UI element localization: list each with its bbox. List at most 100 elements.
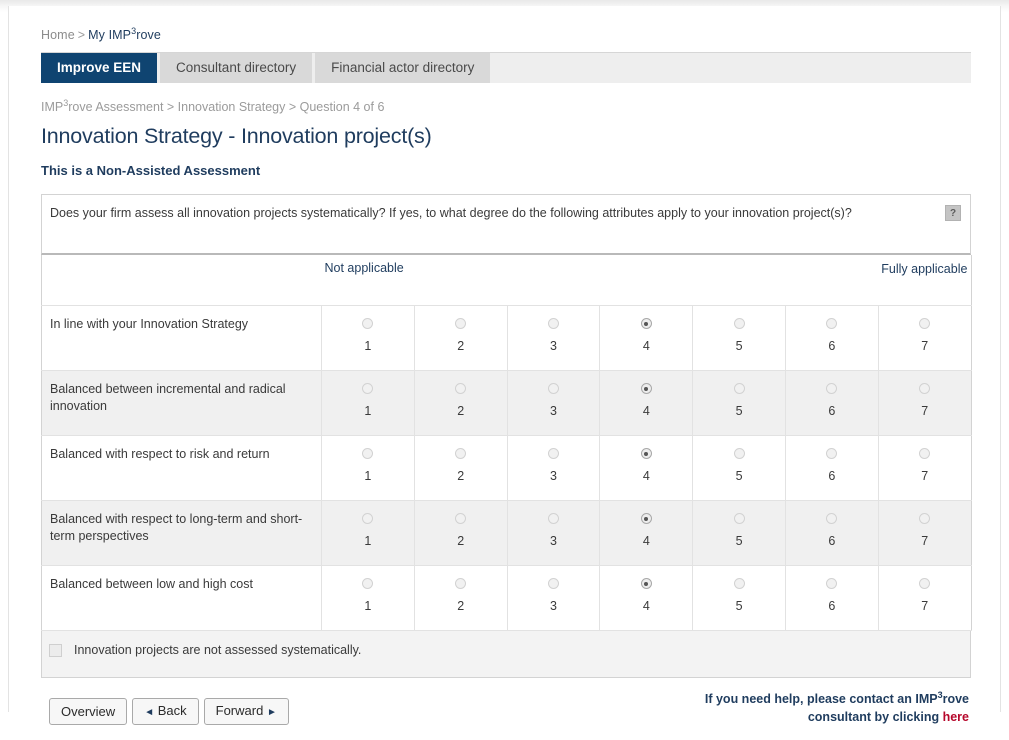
radio-option-2[interactable] [455,513,467,525]
radio-option-7[interactable] [919,448,931,460]
matrix-option-cell[interactable]: 7 [877,435,972,501]
matrix-option-cell[interactable]: 3 [506,370,600,436]
breadcrumb-top: Home > My IMP3rove [41,26,971,52]
radio-option-7[interactable] [919,318,931,330]
optout-row[interactable]: Innovation projects are not assessed sys… [49,643,361,657]
radio-option-7[interactable] [919,513,931,525]
radio-option-number: 4 [642,469,650,483]
radio-option-4[interactable] [640,448,652,460]
radio-option-5[interactable] [733,318,745,330]
matrix-option-cell[interactable]: 2 [413,435,508,501]
radio-option-4[interactable] [640,318,652,330]
radio-option-3[interactable] [547,448,559,460]
matrix-option-cell[interactable]: 5 [692,435,786,501]
tab-improve-een[interactable]: Improve EEN [41,52,158,83]
radio-wrapper [879,436,971,461]
matrix-option-cell[interactable]: 6 [784,370,879,436]
radio-option-3[interactable] [547,383,559,395]
matrix-option-cell[interactable]: 4 [599,435,693,501]
radio-option-4[interactable] [640,383,652,395]
radio-option-1[interactable] [362,513,374,525]
radio-option-2[interactable] [455,578,467,590]
radio-option-6[interactable] [826,513,838,525]
matrix-option-cell[interactable]: 3 [506,565,600,631]
radio-option-7[interactable] [919,383,931,395]
radio-option-3[interactable] [547,513,559,525]
radio-option-1[interactable] [362,318,374,330]
radio-option-5[interactable] [733,578,745,590]
radio-option-4[interactable] [640,513,652,525]
radio-wrapper [508,371,600,396]
page-title: Innovation Strategy - Innovation project… [41,124,432,148]
radio-option-number: 3 [550,339,557,353]
radio-option-number: 7 [921,599,929,613]
radio-option-6[interactable] [826,383,838,395]
matrix-option-cell[interactable]: 4 [599,565,693,631]
tab-consultant-directory[interactable]: Consultant directory [160,52,313,83]
radio-option-number: 6 [828,469,836,483]
matrix-option-cell[interactable]: 6 [784,500,879,566]
help-note: If you need help, please contact an IMP3… [449,690,969,726]
radio-option-6[interactable] [826,318,838,330]
matrix-option-cell[interactable]: 2 [413,370,508,436]
radio-option-2[interactable] [455,383,467,395]
matrix-option-cell[interactable]: 4 [599,500,693,566]
matrix-option-cell[interactable]: 3 [506,500,600,566]
matrix-option-cell[interactable]: 7 [877,370,972,436]
matrix-option-cell[interactable]: 1 [321,435,415,501]
radio-option-number: 2 [457,469,465,483]
radio-wrapper [600,436,692,461]
radio-option-3[interactable] [547,318,559,330]
matrix-option-cell[interactable]: 2 [413,565,508,631]
radio-option-1[interactable] [362,448,374,460]
matrix-option-cell[interactable]: 1 [321,305,415,371]
matrix-option-cell[interactable]: 1 [321,370,415,436]
matrix-option-cell[interactable]: 7 [877,305,972,371]
radio-option-7[interactable] [919,578,931,590]
radio-option-5[interactable] [733,383,745,395]
matrix-option-cell[interactable]: 5 [692,565,786,631]
radio-wrapper [600,501,692,526]
arrow-right-icon: ► [266,707,277,718]
matrix-option-cell[interactable]: 2 [413,305,508,371]
matrix-row: Balanced between low and high cost 1 2 3 4 5 6… [41,565,972,631]
matrix-option-cell[interactable]: 7 [877,500,972,566]
matrix-option-cell[interactable]: 6 [784,565,879,631]
radio-option-1[interactable] [362,383,374,395]
matrix-option-cell[interactable]: 4 [599,370,693,436]
radio-option-2[interactable] [455,318,467,330]
matrix-option-cell[interactable]: 6 [784,435,879,501]
radio-option-6[interactable] [826,578,838,590]
question-help-icon[interactable]: ? [945,205,961,221]
matrix-option-cell[interactable]: 2 [413,500,508,566]
radio-option-1[interactable] [362,578,374,590]
footer-bar: Overview ◄ Back Forward ► If you need he… [41,686,971,740]
page-container: Home > My IMP3rove Improve EEN Consultant … [8,6,1001,740]
radio-option-number: 4 [642,404,650,418]
matrix-option-cell[interactable]: 3 [506,435,600,501]
radio-option-5[interactable] [733,513,745,525]
matrix-option-cell[interactable]: 3 [506,305,600,371]
matrix-option-cell[interactable]: 4 [599,305,693,371]
matrix-option-cell[interactable]: 6 [784,305,879,371]
radio-option-4[interactable] [640,578,652,590]
matrix-option-cell[interactable]: 1 [321,500,415,566]
breadcrumb-top-item-home[interactable]: Home [41,28,75,42]
matrix-option-cell[interactable]: 5 [692,500,786,566]
matrix-row: In line with your Innovation Strategy 1 2 3… [41,305,972,371]
radio-option-6[interactable] [826,448,838,460]
matrix-option-cell[interactable]: 5 [692,305,786,371]
page-frame: Home > My IMP3rove Improve EEN Consultant … [0,0,1009,740]
breadcrumb-top-item-my-improve[interactable]: My IMP3rove [88,26,161,42]
radio-wrapper [693,371,785,396]
radio-option-2[interactable] [455,448,467,460]
matrix-option-cell[interactable]: 5 [692,370,786,436]
optout-checkbox[interactable] [49,643,62,657]
matrix-option-cell[interactable]: 1 [321,565,415,631]
help-contact-link[interactable]: here [943,710,969,724]
radio-option-3[interactable] [547,578,559,590]
radio-option-5[interactable] [733,448,745,460]
tab-financial-actor-directory[interactable]: Financial actor directory [315,52,491,83]
question-text: Does your firm assess all innovation pro… [50,206,852,220]
matrix-option-cell[interactable]: 7 [877,565,972,631]
